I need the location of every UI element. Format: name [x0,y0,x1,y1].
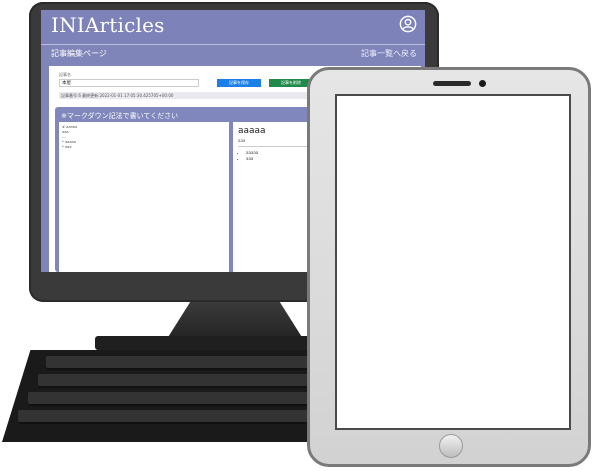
title-input[interactable]: 本屋 [59,79,199,87]
user-circle-icon[interactable] [399,15,417,33]
subheader: 記事編集ページ 記事一覧へ戻る [41,45,425,63]
key-row [28,392,318,406]
save-button[interactable]: 記事を保存 [217,79,261,87]
title-label: 記事名 [59,72,71,77]
back-to-list-link[interactable]: 記事一覧へ戻る [361,48,417,59]
app-title[interactable]: INIArticles [51,13,165,37]
key-row [18,410,318,424]
markdown-textarea[interactable]: # aaaaa aaa --- * aaaaa * aaa [59,122,229,272]
app-header: INIArticles [41,10,425,45]
markdown-line: * aaa [62,145,72,149]
tablet-home-button[interactable] [439,434,463,458]
tablet-speaker [433,81,471,86]
tablet-device [307,67,591,467]
key-row [38,374,318,388]
key-row [46,356,318,370]
page-title: 記事編集ページ [51,49,107,58]
tablet-camera-icon [479,80,486,87]
tablet-screen [335,94,571,430]
editor-heading: ※マークダウン記法で書いてください [61,112,179,120]
keyboard [2,350,318,442]
